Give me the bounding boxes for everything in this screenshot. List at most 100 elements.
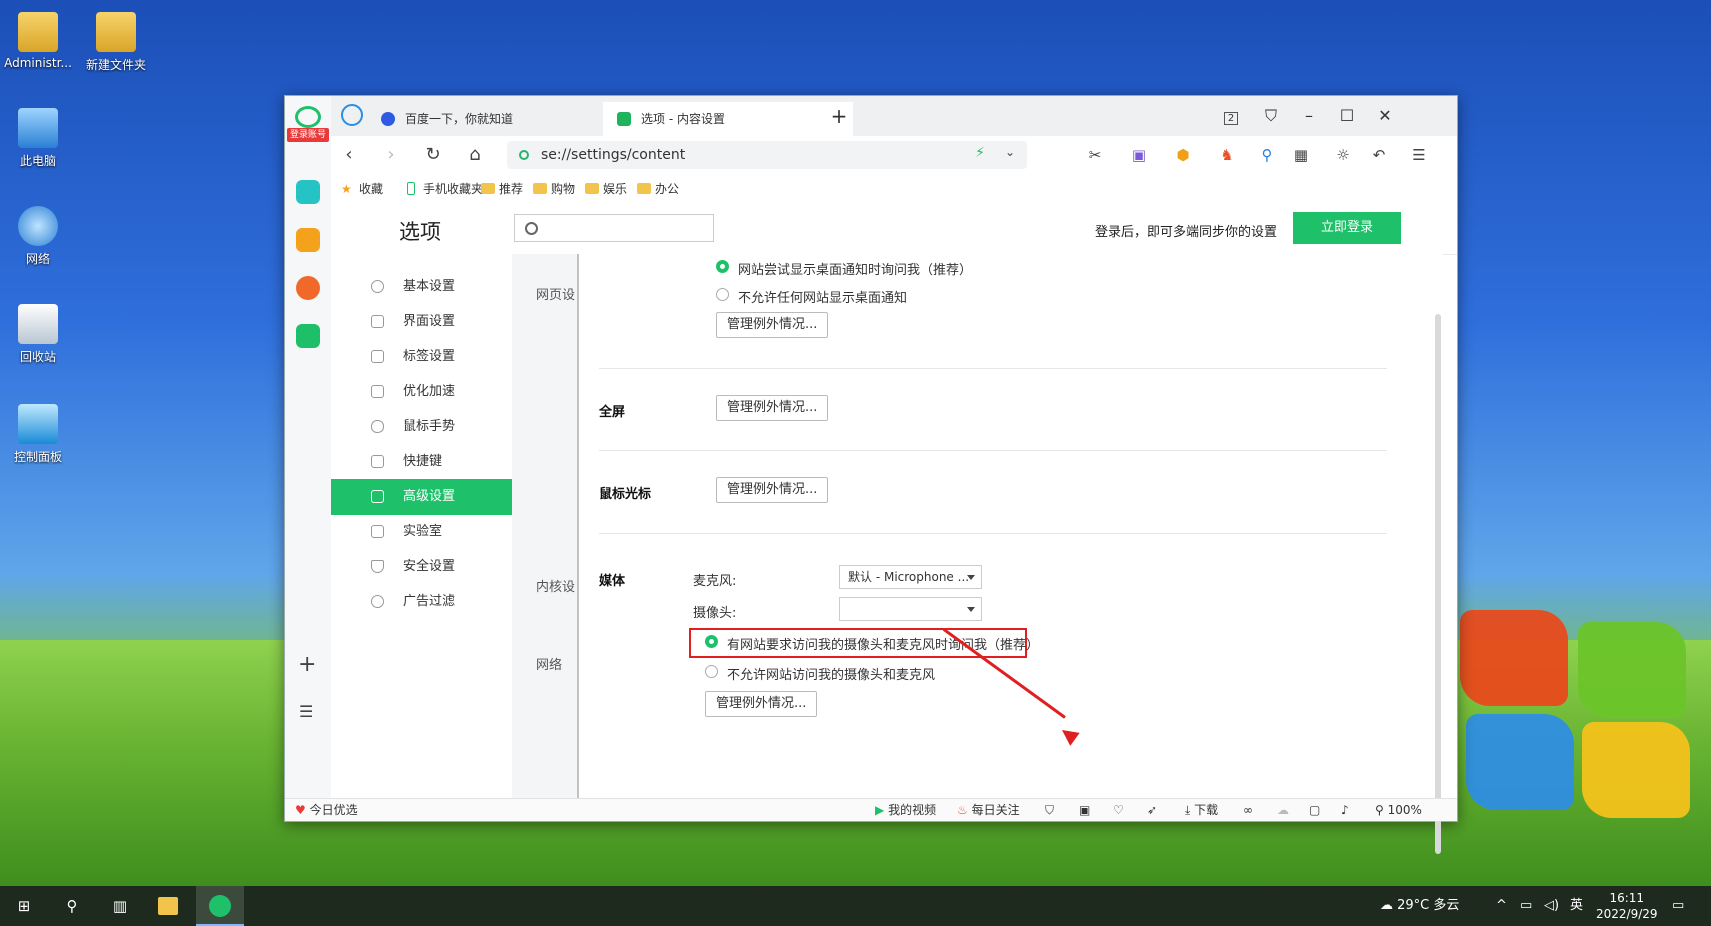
sidebar-plus-icon[interactable]: + — [298, 652, 316, 677]
apps-grid-icon[interactable]: ▦ — [1289, 143, 1313, 167]
volume-tray-icon[interactable]: ◁) — [1544, 886, 1559, 926]
bookmark-folder-shopping[interactable]: 购物 — [533, 174, 575, 204]
microphone-select[interactable]: 默认 - Microphone ... — [839, 565, 982, 589]
section-web: 网页设 — [536, 288, 576, 303]
login-now-button[interactable]: 立即登录 — [1293, 212, 1401, 244]
address-dropdown-icon[interactable]: ⌄ — [1005, 145, 1015, 159]
search-icon — [525, 222, 538, 235]
media-deny-radio[interactable]: 不允许网站访问我的摄像头和麦克风 — [705, 664, 935, 683]
menu-item-basic[interactable]: 基本设置 — [331, 269, 512, 305]
notification-deny-radio[interactable]: 不允许任何网站显示桌面通知 — [716, 287, 907, 306]
search-icon[interactable]: ⚲ — [60, 894, 84, 918]
reload-button[interactable]: ↻ — [419, 141, 447, 169]
mouse-cursor-manage-exceptions-button[interactable]: 管理例外情况... — [716, 477, 829, 503]
cloud-icon[interactable]: ☁ — [1277, 799, 1289, 821]
task-view-icon[interactable]: ▥ — [108, 894, 132, 918]
menu-item-shortcuts[interactable]: 快捷键 — [331, 444, 512, 480]
maximize-button[interactable]: ☐ — [1333, 102, 1361, 130]
glasses-icon[interactable]: ∞ — [1243, 799, 1253, 821]
secure-page-icon — [519, 150, 529, 160]
sidebar-mail-icon[interactable] — [296, 324, 320, 348]
play-icon: ▶ — [875, 803, 885, 817]
control-panel-icon — [18, 404, 58, 444]
home-button[interactable]: ⌂ — [461, 141, 489, 169]
bookmark-favorites[interactable]: ★ 收藏 — [341, 174, 383, 204]
notification-ask-radio[interactable]: 网站尝试显示桌面通知时询问我（推荐） — [716, 259, 972, 278]
download-link[interactable]: ⤓ 下载 — [1185, 799, 1218, 821]
undo-close-icon[interactable]: ↶ — [1367, 143, 1391, 167]
brightness-icon[interactable]: ☼ — [1331, 143, 1355, 167]
camera-select[interactable] — [839, 597, 982, 621]
notification-center-icon[interactable]: ▭ — [1672, 886, 1684, 926]
speed-mode-icon[interactable]: ⚡ — [975, 145, 985, 161]
today-picks-link[interactable]: ♥ 今日优选 — [295, 799, 358, 821]
daily-focus-link[interactable]: ♨ 每日关注 — [957, 799, 1020, 821]
desktop-icon-administrator[interactable]: Administr... — [0, 12, 78, 70]
menu-item-security[interactable]: 安全设置 — [331, 549, 512, 585]
forward-button[interactable]: › — [377, 141, 405, 169]
navigation-compass-icon[interactable] — [341, 104, 363, 126]
media-ask-radio[interactable]: 有网站要求访问我的摄像头和麦克风时询问我（推荐） — [705, 634, 1039, 653]
desktop-icon-control-panel[interactable]: 控制面板 — [0, 404, 78, 465]
minimize-button[interactable]: – — [1295, 102, 1323, 130]
login-badge[interactable]: 登录账号 — [287, 128, 329, 142]
vertical-scrollbar[interactable] — [1435, 314, 1441, 854]
menu-item-ad-filter[interactable]: 广告过滤 — [331, 584, 512, 620]
bookmark-folder-entertainment[interactable]: 娱乐 — [585, 174, 627, 204]
new-tab-button[interactable]: + — [825, 102, 853, 130]
menu-item-optimize[interactable]: 优化加速 — [331, 374, 512, 410]
game-controller-icon[interactable]: ♞ — [1215, 143, 1239, 167]
bookmark-folder-recommend[interactable]: 推荐 — [481, 174, 523, 204]
desktop-icon-this-pc[interactable]: 此电脑 — [0, 108, 78, 169]
back-button[interactable]: ‹ — [335, 141, 363, 169]
notification-manage-exceptions-button[interactable]: 管理例外情况... — [716, 312, 829, 338]
browser-logo-icon[interactable] — [295, 106, 321, 128]
settings-search-input[interactable] — [514, 214, 714, 242]
sidebar-weibo-icon[interactable] — [296, 276, 320, 300]
tab-settings-content[interactable]: 选项 - 内容设置 — [603, 102, 853, 136]
tab-baidu[interactable]: 百度一下，你就知道 — [367, 102, 615, 136]
media-label: 媒体 — [599, 574, 626, 589]
image-icon[interactable]: ▣ — [1079, 799, 1090, 821]
bookmark-mobile-favorites[interactable]: 手机收藏夹 — [405, 174, 483, 204]
desktop-icon-network[interactable]: 网络 — [0, 206, 78, 267]
rocket-icon[interactable]: ➶ — [1147, 799, 1157, 821]
ime-indicator[interactable]: 英 — [1570, 886, 1583, 926]
file-explorer-icon[interactable] — [158, 897, 178, 915]
sidebar-add-tool-icon[interactable] — [296, 180, 320, 204]
bookmark-folder-office[interactable]: 办公 — [637, 174, 679, 204]
address-bar[interactable]: se://settings/content ⚡ ⌄ — [507, 141, 1027, 169]
shield-coin-icon[interactable]: ⬢ — [1171, 143, 1195, 167]
shield-status-icon[interactable]: ⛉ — [1045, 799, 1054, 821]
sidebar-favorites-icon[interactable] — [296, 228, 320, 252]
my-videos-link[interactable]: ▶ 我的视频 — [875, 799, 936, 821]
desktop-icon-recycle-bin[interactable]: 回收站 — [0, 304, 78, 365]
start-windows-icon[interactable]: ⊞ — [12, 894, 36, 918]
menu-hamburger-icon[interactable]: ☰ — [1407, 143, 1431, 167]
network-tray-icon[interactable]: ▭ — [1520, 886, 1532, 926]
tray-chevron-up-icon[interactable]: ^ — [1496, 886, 1507, 926]
heart-icon: ♥ — [295, 803, 306, 817]
menu-item-mouse-gesture[interactable]: 鼠标手势 — [331, 409, 512, 445]
zoom-level[interactable]: ⚲ 100% — [1375, 799, 1422, 821]
tab-counter-icon[interactable]: 2 — [1217, 102, 1245, 130]
window-mode-icon[interactable]: ▢ — [1309, 799, 1320, 821]
screenshot-scissors-icon[interactable]: ✂ — [1083, 143, 1107, 167]
translate-icon[interactable]: ▣ — [1127, 143, 1151, 167]
menu-item-interface[interactable]: 界面设置 — [331, 304, 512, 340]
health-icon[interactable]: ♡ — [1113, 799, 1124, 821]
sidebar-list-icon[interactable]: ☰ — [299, 702, 313, 721]
media-manage-exceptions-button[interactable]: 管理例外情况... — [705, 691, 818, 717]
menu-item-lab[interactable]: 实验室 — [331, 514, 512, 550]
desktop-icon-new-folder[interactable]: 新建文件夹 — [76, 12, 156, 73]
skin-shirt-icon[interactable]: ⛉ — [1257, 102, 1285, 130]
volume-icon[interactable]: ♪ — [1341, 799, 1349, 821]
menu-item-advanced[interactable]: 高级设置 — [331, 479, 512, 515]
taskbar-browser-button[interactable] — [196, 886, 244, 926]
weather-widget[interactable]: ☁ 29°C 多云 — [1380, 886, 1459, 926]
close-button[interactable]: ✕ — [1371, 102, 1399, 130]
fullscreen-manage-exceptions-button[interactable]: 管理例外情况... — [716, 395, 829, 421]
clock[interactable]: 16:11 2022/9/29 — [1596, 890, 1658, 922]
menu-item-tabs[interactable]: 标签设置 — [331, 339, 512, 375]
search-magnifier-icon[interactable]: ⚲ — [1255, 143, 1279, 167]
